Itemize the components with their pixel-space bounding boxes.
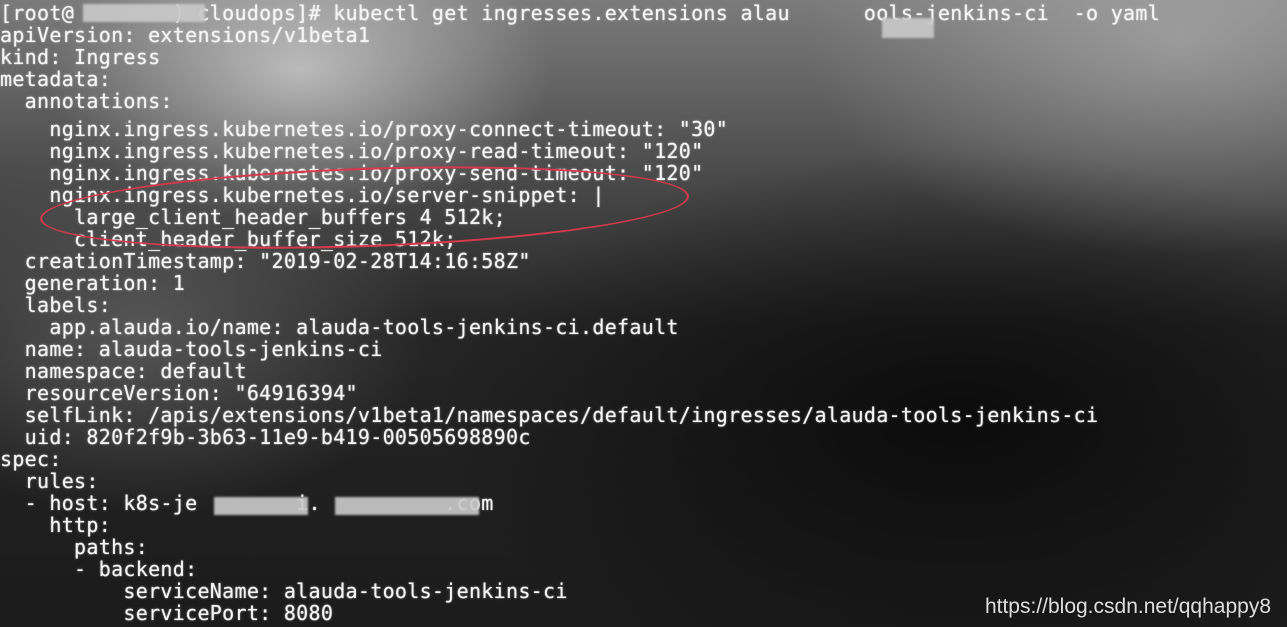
terminal-line: serviceName: alauda-tools-jenkins-ci bbox=[0, 579, 568, 603]
terminal-line: generation: 1 bbox=[0, 271, 186, 295]
terminal-line: creationTimestamp: "2019-02-28T14:16:58Z… bbox=[0, 249, 531, 273]
terminal-line: nginx.ingress.kubernetes.io/proxy-read-t… bbox=[0, 139, 704, 163]
redacted-command-block bbox=[882, 18, 934, 38]
terminal-screenshot: [root@ ) cloudops]# kubectl get ingresse… bbox=[0, 0, 1287, 627]
terminal-line: uid: 820f2f9b-3b63-11e9-b419-00505698890… bbox=[0, 425, 531, 449]
terminal-line: nginx.ingress.kubernetes.io/proxy-connec… bbox=[0, 117, 729, 141]
terminal-line: rules: bbox=[0, 469, 99, 493]
terminal-line: name: alauda-tools-jenkins-ci bbox=[0, 337, 383, 361]
terminal-line: labels: bbox=[0, 293, 112, 317]
terminal-line: app.alauda.io/name: alauda-tools-jenkins… bbox=[0, 315, 679, 339]
terminal-line: selfLink: /apis/extensions/v1beta1/names… bbox=[0, 403, 1099, 427]
terminal-line: servicePort: 8080 bbox=[0, 601, 334, 625]
redacted-domain-block bbox=[214, 497, 308, 515]
watermark: https://blog.csdn.net/qqhappy8 bbox=[984, 595, 1271, 618]
redacted-host-block bbox=[83, 4, 205, 22]
terminal-line: annotations: bbox=[0, 89, 173, 113]
terminal-line: - backend: bbox=[0, 557, 198, 581]
terminal-line: paths: bbox=[0, 535, 149, 559]
terminal-line: kind: Ingress bbox=[0, 45, 161, 69]
terminal-line: http: bbox=[0, 513, 112, 537]
redacted-domain-block bbox=[335, 497, 479, 515]
terminal-line: apiVersion: extensions/v1beta1 bbox=[0, 23, 371, 47]
terminal-line: spec: bbox=[0, 447, 62, 471]
terminal-output: [root@ ) cloudops]# kubectl get ingresse… bbox=[0, 0, 1287, 627]
terminal-line: namespace: default bbox=[0, 359, 247, 383]
terminal-line: resourceVersion: "64916394" bbox=[0, 381, 358, 405]
terminal-line: metadata: bbox=[0, 67, 112, 91]
